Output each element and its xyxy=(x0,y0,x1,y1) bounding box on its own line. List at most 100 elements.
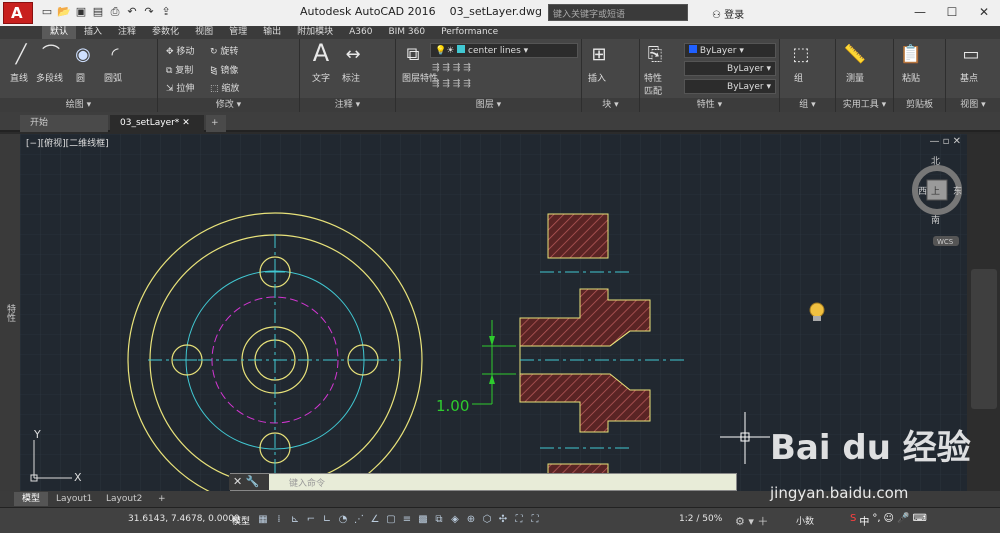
viewport-controls-label[interactable]: [−][俯视][二维线框] xyxy=(26,136,109,149)
open-file-icon[interactable]: 📂 xyxy=(57,4,71,20)
group-tool[interactable]: 组 xyxy=(794,71,803,84)
redo-icon[interactable]: ↷ xyxy=(142,4,156,20)
text-tool[interactable]: 文字 xyxy=(312,71,330,84)
tab-insert[interactable]: 插入 xyxy=(76,26,110,39)
ime-mic-icon[interactable]: 🎤 xyxy=(897,513,909,528)
circle-icon[interactable]: ◉ xyxy=(70,43,96,67)
measure-icon[interactable]: 📏 xyxy=(842,43,868,67)
coordinates-readout[interactable]: 31.6143, 7.4678, 0.0000 xyxy=(128,514,240,524)
arc-tool[interactable]: 圆弧 xyxy=(104,71,122,84)
match-properties-tool[interactable]: 特性匹配 xyxy=(644,71,668,97)
circle-tool[interactable]: 圆 xyxy=(76,71,85,84)
polyline-icon[interactable]: ⌒ xyxy=(38,43,64,67)
viewport-window-controls[interactable]: — ▫ ✕ xyxy=(929,136,961,147)
layer-properties-icon[interactable]: ⧉ xyxy=(400,43,426,67)
measure-tool[interactable]: 测量 xyxy=(846,71,864,84)
tab-default[interactable]: 默认 xyxy=(42,26,77,39)
sogou-icon[interactable]: S xyxy=(850,513,856,528)
share-icon[interactable]: ⇪ xyxy=(159,4,173,20)
dimension-icon[interactable]: ↔ xyxy=(340,43,366,67)
mirror-tool[interactable]: ⧎ 镜像 xyxy=(210,63,238,76)
snap-mode-icon[interactable]: ⁞ xyxy=(272,512,286,528)
maximize-button[interactable]: ☐ xyxy=(936,0,968,24)
search-input[interactable]: 键入关键字或短语 xyxy=(548,4,688,21)
isodraft-icon[interactable]: ⋰ xyxy=(352,512,366,528)
view-panel-title[interactable]: 视图 ▾ xyxy=(946,98,1000,112)
tab-layout1[interactable]: Layout1 xyxy=(48,492,100,506)
block-panel-title[interactable]: 块 ▾ xyxy=(582,98,639,112)
base-point-icon[interactable]: ▭ xyxy=(958,43,984,67)
lineweight-dropdown[interactable]: ByLayer ▾ xyxy=(684,79,776,94)
dynamic-input-icon[interactable]: ⌐ xyxy=(304,512,318,528)
arc-icon[interactable]: ◜ xyxy=(102,43,128,67)
minimize-button[interactable]: — xyxy=(904,0,936,24)
tab-bim360[interactable]: BIM 360 xyxy=(380,26,433,39)
model-space-button[interactable]: 模型 xyxy=(232,514,250,527)
object-snap-icon[interactable]: ▢ xyxy=(384,512,398,528)
tab-performance[interactable]: Performance xyxy=(433,26,506,39)
new-layout-button[interactable]: + xyxy=(150,492,174,506)
save-as-icon[interactable]: ▤ xyxy=(91,4,105,20)
tab-model[interactable]: 模型 xyxy=(14,492,49,506)
linetype-dropdown[interactable]: ByLayer ▾ xyxy=(684,61,776,76)
workspace-gear-icon[interactable]: ⚙ ▾ ＋ xyxy=(735,513,768,529)
paste-tool[interactable]: 粘贴 xyxy=(902,71,920,84)
insert-block-icon[interactable]: ⊞ xyxy=(586,43,612,67)
grid-toggle-icon[interactable]: ▦ xyxy=(256,512,270,528)
3d-osnap-icon[interactable]: ◈ xyxy=(448,512,462,528)
command-line-close-icon[interactable]: ✕ 🔧 xyxy=(229,474,269,490)
tab-layout2[interactable]: Layout2 xyxy=(98,492,150,506)
ime-keyboard-icon[interactable]: ⌨ xyxy=(912,513,926,528)
base-point-tool[interactable]: 基点 xyxy=(960,71,978,84)
polyline-tool[interactable]: 多段线 xyxy=(36,71,63,84)
stretch-tool[interactable]: ⇲ 拉伸 xyxy=(166,81,194,94)
utilities-panel-title[interactable]: 实用工具 ▾ xyxy=(836,98,893,112)
layers-panel-title[interactable]: 图层 ▾ xyxy=(396,98,581,112)
viewcube-east[interactable]: 东 xyxy=(953,185,962,197)
polar-tracking-icon[interactable]: ◔ xyxy=(336,512,350,528)
print-icon[interactable]: ⎙ xyxy=(108,4,122,20)
command-input[interactable]: 键入命令 xyxy=(289,476,325,489)
new-file-icon[interactable]: ▭ xyxy=(40,4,54,20)
selection-cycling-icon[interactable]: ⧉ xyxy=(432,512,446,528)
scale-tool[interactable]: ⬚ 缩放 xyxy=(210,81,239,94)
tab-parametric[interactable]: 参数化 xyxy=(144,26,187,39)
copy-tool[interactable]: ⧉ 复制 xyxy=(166,63,193,76)
paste-icon[interactable]: 📋 xyxy=(898,43,924,67)
ime-punctuation-icon[interactable]: °, xyxy=(872,513,880,528)
annotation-scale[interactable]: 1:2 / 50% xyxy=(679,514,722,524)
transparency-icon[interactable]: ▩ xyxy=(416,512,430,528)
annotation-visibility-icon[interactable]: ⛶ xyxy=(512,512,526,528)
viewcube-north[interactable]: 北 xyxy=(931,156,940,167)
move-tool[interactable]: ✥ 移动 xyxy=(166,44,194,57)
modify-panel-title[interactable]: 修改 ▾ xyxy=(158,98,299,112)
close-button[interactable]: ✕ xyxy=(968,0,1000,24)
undo-icon[interactable]: ↶ xyxy=(125,4,139,20)
rotate-tool[interactable]: ↻ 旋转 xyxy=(210,44,238,57)
auto-scale-icon[interactable]: ⛶ xyxy=(528,512,542,528)
login-button[interactable]: ⚇ 登录 xyxy=(712,6,744,21)
tab-current-drawing[interactable]: 03_setLayer* ✕ xyxy=(110,115,204,132)
viewcube-west[interactable]: 西 xyxy=(918,186,927,197)
application-menu-button[interactable]: A xyxy=(3,2,33,24)
command-line[interactable]: ✕ 🔧 键入命令 xyxy=(229,473,737,491)
group-icon[interactable]: ⬚ xyxy=(788,43,814,67)
ime-emoji-icon[interactable]: ☺ xyxy=(884,513,894,528)
match-properties-icon[interactable]: ⎘ xyxy=(642,43,668,67)
groups-panel-title[interactable]: 组 ▾ xyxy=(780,98,835,112)
units-dropdown[interactable]: 小数 xyxy=(796,514,814,527)
ortho-mode-icon[interactable]: ∟ xyxy=(320,512,334,528)
line-tool[interactable]: 直线 xyxy=(10,71,28,84)
tab-addins[interactable]: 附加模块 xyxy=(289,26,341,39)
properties-palette-collapsed[interactable]: 特性 xyxy=(0,134,20,491)
dynamic-ucs-icon[interactable]: ⊕ xyxy=(464,512,478,528)
new-tab-button[interactable]: + xyxy=(206,115,226,132)
layer-dropdown[interactable]: 💡☀ center lines ▾ xyxy=(430,43,578,58)
annotation-panel-title[interactable]: 注释 ▾ xyxy=(300,98,395,112)
close-tab-icon[interactable]: ✕ xyxy=(182,118,190,128)
tab-start[interactable]: 开始 xyxy=(20,115,108,132)
text-icon[interactable]: A xyxy=(308,41,334,65)
lineweight-icon[interactable]: ≡ xyxy=(400,512,414,528)
viewcube-south[interactable]: 南 xyxy=(931,214,940,226)
line-icon[interactable]: ╱ xyxy=(8,43,34,67)
